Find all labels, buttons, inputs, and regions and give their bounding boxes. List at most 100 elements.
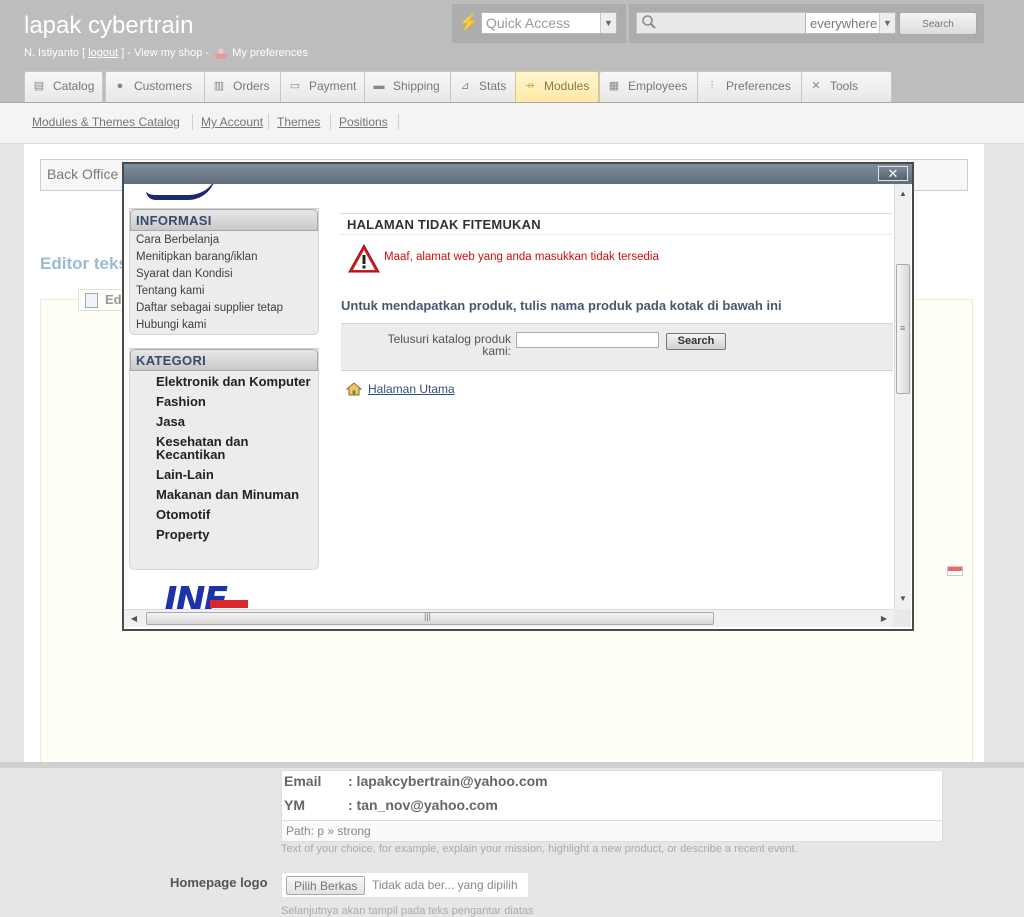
sub-navigation: Modules & Themes Catalog My Account Them… (0, 103, 1024, 144)
catalog-search-input[interactable] (516, 332, 659, 348)
subnav-positions[interactable]: Positions (339, 115, 388, 129)
divider (268, 114, 269, 130)
cart-icon: ▥ (213, 80, 225, 92)
horizontal-scrollbar[interactable]: ◀ ||| ▶ (124, 609, 894, 627)
logo-red-bar (210, 600, 248, 608)
category-link[interactable]: Otomotif (156, 508, 312, 521)
warning-icon (348, 244, 380, 273)
info-block: INFORMASI Cara Berbelanja Menitipkan bar… (129, 208, 319, 335)
preferences-icon (215, 47, 228, 59)
search-input[interactable] (636, 12, 806, 34)
category-link[interactable]: Property (156, 528, 312, 541)
catalog-search-panel: Telusuri katalog produk kami: Search (341, 323, 893, 371)
category-link[interactable]: Lain-Lain (156, 468, 312, 481)
file-status: Tidak ada ber... yang dipilih (372, 878, 518, 892)
quick-access-select[interactable]: Quick Access ▼ (481, 12, 617, 34)
user-line: N. Istiyanto [ logout ] - View my shop -… (24, 47, 308, 59)
chevron-down-icon: ▼ (600, 13, 616, 33)
scroll-up-arrow-icon[interactable]: ▲ (895, 186, 911, 202)
search-scope-select[interactable]: everywhere ▼ (805, 12, 896, 34)
search-scope-label: everywhere (810, 16, 878, 31)
lightning-icon: ⚡ (458, 13, 480, 32)
category-link[interactable]: Makanan dan Minuman (156, 488, 312, 501)
subnav-themes[interactable]: Themes (277, 115, 320, 129)
truck-icon: ▬ (373, 80, 385, 92)
quick-access-box: ⚡ Quick Access ▼ (452, 4, 626, 43)
shop-preview-popup: ✕ INFORMASI Cara Berbelanja Menitipkan b… (122, 162, 914, 631)
quick-access-label: Quick Access (486, 15, 571, 31)
subnav-modules-catalog[interactable]: Modules & Themes Catalog (32, 115, 180, 129)
ym-row: YM: tan_nov@yahoo.com (284, 797, 498, 813)
category-block-title: KATEGORI (130, 349, 318, 371)
homepage-logo-label: Homepage logo (170, 875, 268, 890)
tab-modules[interactable]: ⇸ Modules (515, 71, 599, 102)
document-icon (85, 293, 98, 308)
category-link[interactable]: Fashion (156, 395, 312, 408)
logo-swoosh (146, 184, 216, 200)
info-list: Cara Berbelanja Menitipkan barang/iklan … (130, 231, 318, 336)
choose-file-button[interactable]: Pilih Berkas (286, 876, 366, 895)
home-link-label: Halaman Utama (368, 382, 455, 396)
scroll-left-arrow-icon[interactable]: ◀ (126, 611, 142, 627)
info-link[interactable]: Tentang kami (136, 283, 312, 300)
shop-frame: INFORMASI Cara Berbelanja Menitipkan bar… (124, 184, 912, 629)
tab-catalog[interactable]: ▤ Catalog (24, 71, 103, 102)
wrench-icon: ✕ (811, 80, 821, 92)
info-link[interactable]: Syarat dan Kondisi (136, 266, 312, 283)
popup-titlebar: ✕ (124, 164, 912, 184)
person-icon: ● (116, 80, 124, 92)
search-instruction: Untuk mendapatkan produk, tulis nama pro… (341, 298, 782, 313)
divider (398, 114, 399, 130)
header-search-button[interactable]: Search (899, 12, 977, 35)
info-link[interactable]: Daftar sebagai supplier tetap (136, 300, 312, 317)
preferences-link[interactable]: My preferences (232, 47, 308, 59)
chevron-down-icon: ▼ (879, 13, 895, 33)
logo-hint: Selanjutnya akan tampil pada teks pengan… (281, 905, 534, 917)
main-column: HALAMAN TIDAK FITEMUKAN Maaf, alamat web… (340, 184, 893, 609)
category-link[interactable]: Kesehatan dan Kecantikan (156, 435, 312, 461)
info-link[interactable]: Cara Berbelanja (136, 232, 312, 249)
header-search: everywhere ▼ Search (629, 4, 984, 43)
puzzle-icon: ⇸ (525, 80, 535, 92)
info-link[interactable]: Hubungi kami (136, 317, 312, 334)
info-block-title: INFORMASI (130, 209, 318, 231)
email-row: Email: lapakcybertrain@yahoo.com (284, 773, 548, 789)
category-link[interactable]: Elektronik dan Komputer (156, 375, 312, 388)
grip-icon: ||| (424, 611, 432, 621)
logout-link[interactable]: logout (88, 47, 118, 59)
catalog-search-button[interactable]: Search (666, 333, 726, 350)
category-link[interactable]: Jasa (156, 415, 312, 428)
grip-icon: ≡ (900, 323, 906, 333)
scroll-corner (894, 609, 911, 627)
backoffice-header: lapak cybertrain N. Istiyanto [ logout ]… (0, 0, 1024, 103)
error-message: Maaf, alamat web yang anda masukkan tida… (384, 251, 659, 263)
editor-title: Editor teks (40, 254, 128, 273)
tab-tools[interactable]: ✕ Tools (801, 71, 892, 102)
scroll-right-arrow-icon[interactable]: ▶ (876, 611, 892, 627)
vertical-scroll-thumb[interactable]: ≡ (896, 264, 910, 394)
subnav-my-account[interactable]: My Account (201, 115, 263, 129)
sliders-icon: ⫶ (710, 80, 714, 92)
search-icon (642, 15, 656, 29)
info-link[interactable]: Menitipkan barang/iklan (136, 249, 312, 266)
category-block: KATEGORI Elektronik dan Komputer Fashion… (129, 348, 319, 570)
category-list: Elektronik dan Komputer Fashion Jasa Kes… (130, 371, 318, 550)
bottom-tabs-bar (0, 762, 1024, 768)
building-icon: ▦ (608, 80, 620, 92)
chart-icon: ⊿ (460, 80, 470, 92)
logo-file-input[interactable]: Pilih Berkas Tidak ada ber... yang dipil… (281, 872, 529, 898)
close-button[interactable]: ✕ (878, 166, 908, 181)
scroll-down-arrow-icon[interactable]: ▼ (895, 591, 911, 607)
vertical-scrollbar[interactable]: ▲ ≡ ▼ (894, 184, 911, 609)
editor-hint: Text of your choice, for example, explai… (281, 843, 798, 855)
card-icon: ▭ (289, 80, 301, 92)
page-heading: HALAMAN TIDAK FITEMUKAN (340, 213, 892, 235)
flag-icon[interactable] (947, 566, 963, 576)
divider (330, 114, 331, 130)
horizontal-scroll-thumb[interactable]: ||| (146, 611, 714, 625)
user-name: N. Istiyanto [ (24, 47, 86, 59)
book-icon: ▤ (33, 80, 45, 92)
editor-path: Path: p » strong (281, 820, 943, 842)
view-shop-link[interactable]: ] - View my shop - (121, 47, 209, 59)
shop-title: lapak cybertrain (24, 12, 194, 39)
